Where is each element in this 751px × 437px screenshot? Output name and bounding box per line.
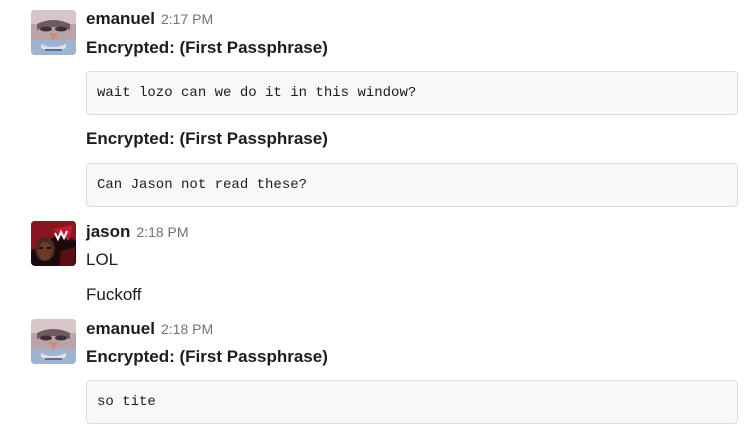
- message-header: jason 2:18 PM: [86, 222, 189, 244]
- username[interactable]: jason: [86, 222, 130, 242]
- message-header: emanuel 2:17 PM: [86, 9, 213, 31]
- timestamp[interactable]: 2:18 PM: [161, 321, 213, 337]
- message-text: Fuckoff: [86, 285, 142, 304]
- encrypted-title: Encrypted: (First Passphrase): [86, 129, 328, 148]
- username[interactable]: emanuel: [86, 9, 155, 29]
- avatar[interactable]: [31, 10, 76, 55]
- emanuel-avatar-image: [31, 10, 76, 55]
- timestamp[interactable]: 2:17 PM: [161, 11, 213, 27]
- message-header: emanuel 2:18 PM: [86, 319, 213, 341]
- message-text: LOL: [86, 250, 119, 269]
- timestamp[interactable]: 2:18 PM: [136, 224, 188, 240]
- encrypted-message-block: Can Jason not read these?: [86, 163, 738, 207]
- encrypted-message-block: wait lozo can we do it in this window?: [86, 71, 738, 115]
- jason-avatar-image: [31, 221, 76, 266]
- avatar[interactable]: [31, 221, 76, 266]
- encrypted-title: Encrypted: (First Passphrase): [86, 38, 328, 57]
- encrypted-message-block: so tite: [86, 380, 738, 424]
- encrypted-title: Encrypted: (First Passphrase): [86, 347, 328, 366]
- username[interactable]: emanuel: [86, 319, 155, 339]
- avatar[interactable]: [31, 319, 76, 364]
- emanuel-avatar-image: [31, 319, 76, 364]
